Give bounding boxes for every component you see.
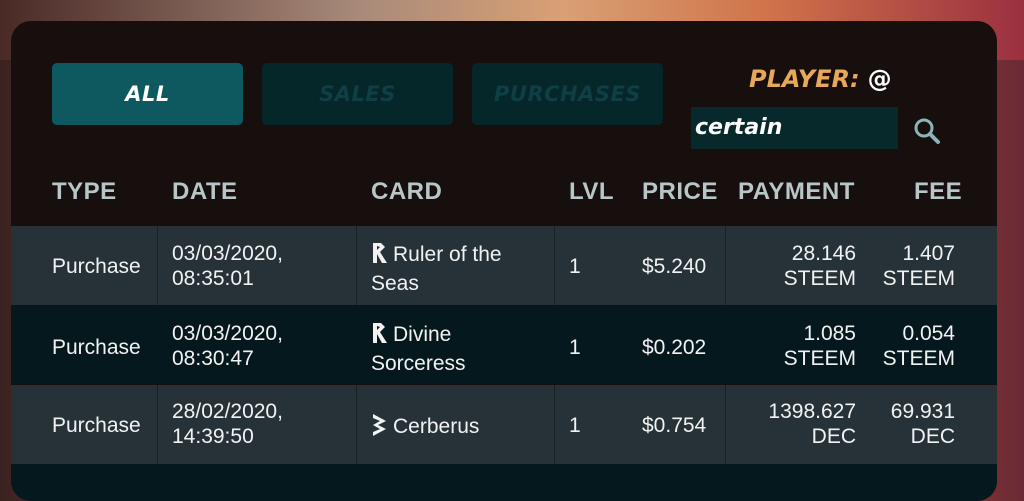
column-divider [725,385,726,464]
header-lvl[interactable]: LVL [569,178,614,206]
fee-amount: 1.407 [902,242,955,265]
cell-type: Purchase [52,414,141,437]
tab-purchases[interactable]: PURCHASES [472,63,663,125]
cell-price: $0.202 [642,336,707,359]
tab-all[interactable]: ALL [52,63,243,125]
tab-sales[interactable]: SALES [262,63,453,125]
table-row[interactable]: Purchase 28/02/2020, 14:39:50 Cerberus 1… [11,385,997,464]
fee-amount: 69.931 [890,400,955,423]
cell-fee: 69.931 DEC [861,399,955,449]
card-name-line1: Divine [393,323,452,346]
table-row[interactable]: Purchase 03/03/2020, 08:30:47 Divine Sor… [11,305,997,384]
search-icon [914,118,940,144]
payment-currency: STEEM [783,267,856,290]
cell-price: $0.754 [642,414,707,437]
market-history-panel: ALL SALES PURCHASES PLAYER:@ TYPE DATE C… [11,21,997,501]
cell-date-line1: 03/03/2020, [172,242,283,265]
cell-date-line2: 14:39:50 [172,425,254,448]
cell-date: 03/03/2020, 08:35:01 [172,241,283,291]
payment-currency: STEEM [783,347,856,370]
cell-card[interactable]: Ruler of the Seas [371,241,502,296]
card-name-line2: Sorceress [371,352,466,375]
cell-payment: 1398.627 DEC [731,399,856,449]
card-name-line2: Seas [371,272,419,295]
cell-type: Purchase [52,336,141,359]
edition-r-icon [371,321,389,351]
cell-date: 28/02/2020, 14:39:50 [172,399,283,449]
cell-date: 03/03/2020, 08:30:47 [172,321,283,371]
header-date[interactable]: DATE [172,178,238,206]
column-divider [356,226,357,305]
cell-card[interactable]: Cerberus [371,413,479,443]
column-divider [554,385,555,464]
cell-price: $5.240 [642,255,707,278]
header-type[interactable]: TYPE [52,178,117,206]
cell-date-line2: 08:30:47 [172,347,254,370]
cell-card[interactable]: Divine Sorceress [371,321,466,376]
column-divider [356,385,357,464]
cell-fee: 1.407 STEEM [861,241,955,291]
edition-b-icon [371,413,389,443]
column-divider [725,226,726,305]
payment-amount: 28.146 [791,242,856,265]
column-divider [554,226,555,305]
fee-currency: STEEM [882,347,955,370]
header-price[interactable]: PRICE [642,178,718,206]
cell-lvl: 1 [569,336,581,359]
cell-lvl: 1 [569,255,581,278]
edition-r-icon [371,241,389,271]
cell-date-line1: 28/02/2020, [172,400,283,423]
payment-amount: 1398.627 [768,400,856,423]
card-name-line1: Ruler of the [393,243,502,266]
fee-amount: 0.054 [902,322,955,345]
card-name-line1: Cerberus [393,415,480,438]
cell-payment: 1.085 STEEM [731,321,856,371]
player-search-input[interactable] [691,107,898,149]
cell-payment: 28.146 STEEM [731,241,856,291]
fee-currency: DEC [910,425,955,448]
cell-fee: 0.054 STEEM [861,321,955,371]
cell-lvl: 1 [569,414,581,437]
table-row[interactable]: Purchase 03/03/2020, 08:35:01 Ruler of t… [11,226,997,305]
player-at-sign: @ [867,65,892,93]
header-payment[interactable]: PAYMENT [738,178,855,206]
cell-date-line1: 03/03/2020, [172,322,283,345]
header-fee[interactable]: FEE [914,178,962,206]
fee-currency: STEEM [882,267,955,290]
payment-amount: 1.085 [803,322,856,345]
cell-type: Purchase [52,255,141,278]
header-card[interactable]: CARD [371,178,442,206]
cell-date-line2: 08:35:01 [172,267,254,290]
column-divider [157,226,158,305]
player-label-text: PLAYER: [749,65,860,93]
search-button[interactable] [911,115,943,147]
player-label: PLAYER: @ [749,65,892,93]
payment-currency: DEC [811,425,856,448]
column-divider [157,385,158,464]
